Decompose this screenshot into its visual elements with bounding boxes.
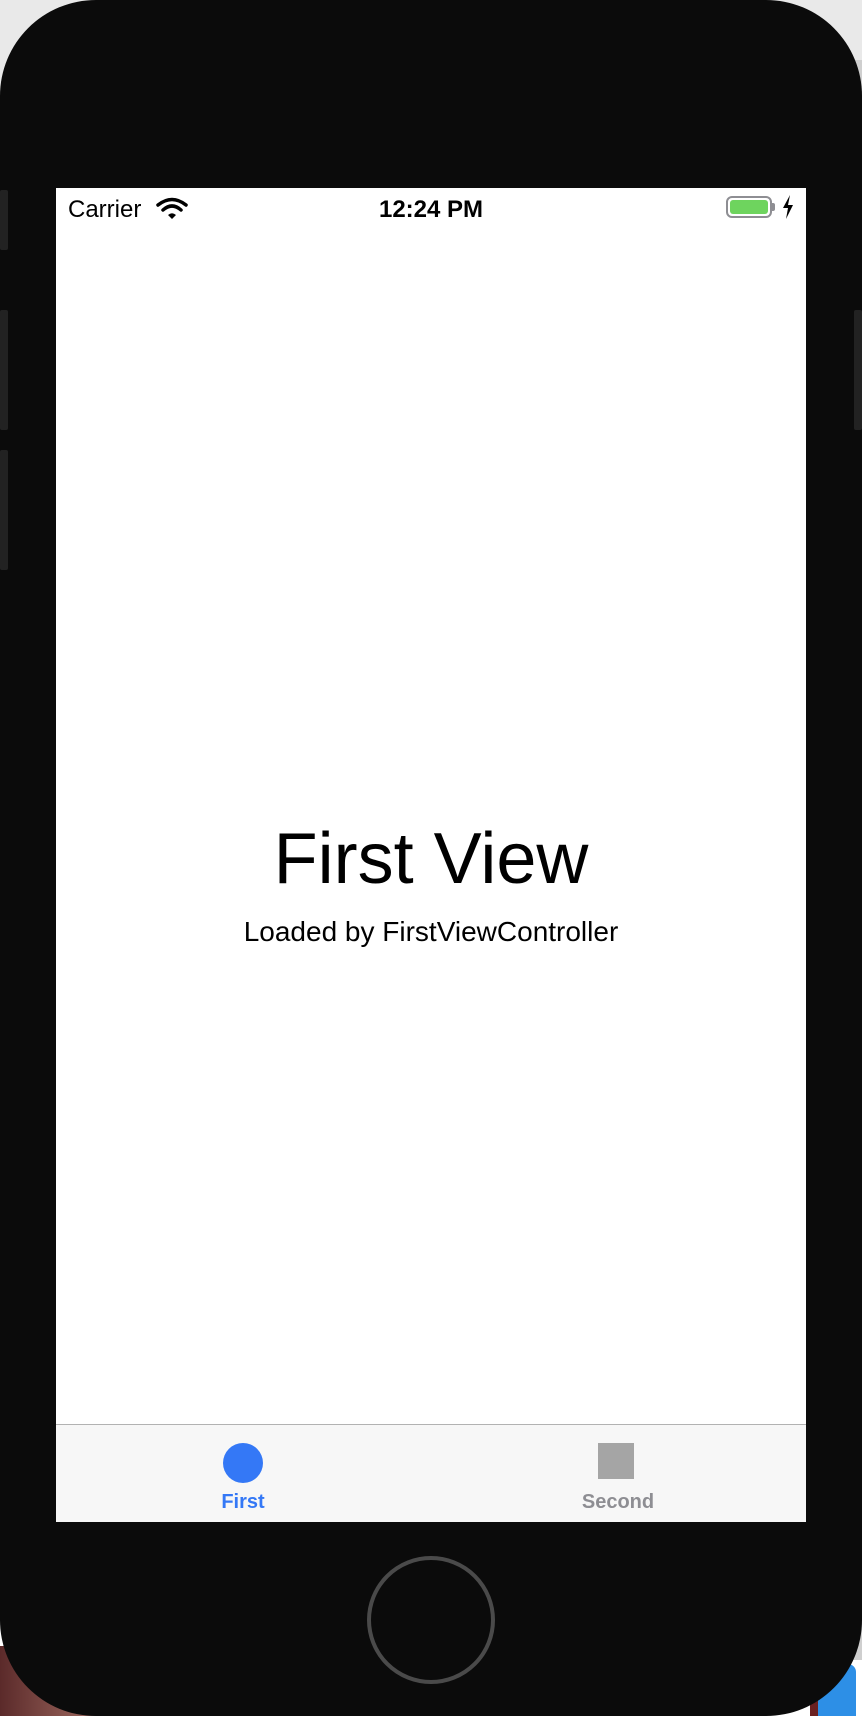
battery-tip xyxy=(772,203,775,211)
battery-icon xyxy=(726,196,772,218)
tab-bar: First Second xyxy=(56,1424,806,1522)
power-button xyxy=(854,310,862,430)
page-subtitle: Loaded by FirstViewController xyxy=(243,916,619,947)
app-screen: Carrier 12:24 PM First View Loaded by Fi… xyxy=(56,188,806,1522)
battery-fill xyxy=(730,200,768,214)
volume-up-button xyxy=(0,310,8,430)
charging-bolt-icon xyxy=(783,195,793,219)
status-bar: Carrier 12:24 PM xyxy=(56,188,806,228)
volume-down-button xyxy=(0,450,8,570)
mute-switch xyxy=(0,190,8,250)
page-title: First View xyxy=(273,819,589,899)
tab-first[interactable]: First xyxy=(143,1425,343,1522)
tab-second-label: Second xyxy=(581,1491,655,1513)
circle-icon xyxy=(223,1443,263,1483)
iphone-simulator-frame: Carrier 12:24 PM First View Loaded by Fi… xyxy=(0,0,862,1716)
tab-second[interactable]: Second xyxy=(518,1425,718,1522)
tab-first-label: First xyxy=(221,1491,265,1513)
status-time: 12:24 PM xyxy=(378,196,484,223)
home-button[interactable] xyxy=(367,1556,495,1684)
square-icon xyxy=(598,1443,634,1479)
